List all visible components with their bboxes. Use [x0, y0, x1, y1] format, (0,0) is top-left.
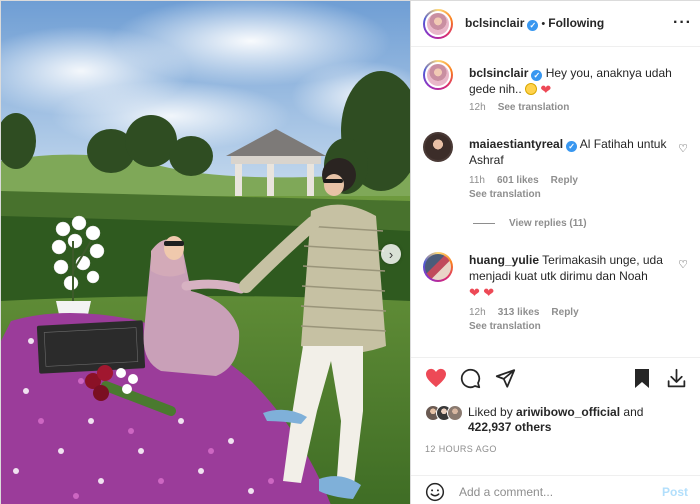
like-comment-heart-icon[interactable]: ♡: [678, 142, 688, 155]
view-replies-label: View replies (11): [509, 218, 587, 229]
post-sidebar: bclsinclair ✓ • Following ··· bclsinclair ✓ …: [410, 1, 700, 504]
verified-icon: ✓: [531, 70, 543, 81]
comment-username[interactable]: maiaestiantyreal: [469, 137, 563, 151]
reply-button[interactable]: Reply: [551, 307, 578, 318]
liked-by-prefix: Liked by: [468, 405, 513, 419]
caption: bclsinclair ✓ Hey you, anaknya udah gede …: [411, 58, 700, 128]
likes-count-link[interactable]: 422,937 others: [468, 420, 551, 434]
post-button[interactable]: Post: [662, 485, 688, 499]
share-icon[interactable]: [495, 368, 516, 388]
next-photo-button[interactable]: ›: [381, 244, 401, 264]
header-username[interactable]: bclsinclair: [465, 16, 524, 30]
heart-icon[interactable]: [425, 368, 447, 388]
comments-list[interactable]: bclsinclair ✓ Hey you, anaknya udah gede …: [411, 48, 700, 353]
like-comment-heart-icon[interactable]: ♡: [678, 258, 688, 271]
reply-button[interactable]: Reply: [551, 175, 578, 186]
red-heart-emoji-icon: ❤: [483, 285, 495, 300]
smiling-emoji-icon: [525, 83, 538, 95]
comment-input[interactable]: Add a comment...: [459, 485, 553, 499]
post-photo[interactable]: ›: [1, 1, 410, 504]
comment-item: maiaestiantyreal ✓ Al Fatihah untuk Ashra…: [411, 130, 700, 270]
liked-by-and: and: [623, 405, 644, 419]
comment-time[interactable]: 12h: [469, 307, 486, 318]
chevron-right-icon: ›: [388, 246, 394, 262]
divider: [473, 223, 495, 224]
comment-meta: 11h 601 likes Reply: [469, 175, 590, 186]
caption-username[interactable]: bclsinclair: [469, 66, 528, 80]
photo-scene: [1, 1, 410, 504]
comment-username[interactable]: huang_yulie: [469, 253, 539, 267]
caption-meta: 12h See translation: [469, 102, 581, 113]
see-translation-link[interactable]: See translation: [469, 321, 541, 332]
post-timestamp[interactable]: 12 HOURS AGO: [425, 444, 497, 454]
see-translation-link[interactable]: See translation: [498, 102, 570, 113]
caption-time[interactable]: 12h: [469, 102, 486, 113]
comment-time[interactable]: 11h: [469, 175, 485, 186]
comment-likes[interactable]: 313 likes: [498, 307, 540, 318]
avatar[interactable]: [423, 9, 453, 39]
more-icon[interactable]: ···: [673, 14, 692, 32]
add-comment-bar: Add a comment... Post: [411, 475, 700, 504]
following-button[interactable]: Following: [548, 16, 604, 30]
post-actions: Liked by ariwibowo_official and 422,937 …: [411, 357, 700, 447]
verified-icon: ✓: [527, 20, 539, 31]
avatar[interactable]: [423, 60, 453, 90]
comment-icon[interactable]: [460, 368, 481, 389]
download-icon[interactable]: [666, 368, 687, 389]
bookmark-icon[interactable]: [633, 368, 651, 389]
red-heart-emoji-icon: ❤: [469, 285, 480, 300]
avatar: [447, 405, 463, 421]
avatar[interactable]: [423, 252, 453, 282]
view-replies-button[interactable]: View replies (11): [473, 218, 587, 229]
post-header: bclsinclair ✓ • Following ···: [411, 1, 700, 47]
liked-by-user-link[interactable]: ariwibowo_official: [516, 405, 620, 419]
comment-meta: 12h 313 likes Reply: [469, 307, 591, 318]
avatar[interactable]: [423, 132, 453, 162]
see-translation-link[interactable]: See translation: [469, 189, 541, 200]
comment-item: huang_yulie Terimakasih unge, uda menjad…: [411, 250, 700, 353]
red-heart-emoji-icon: ❤: [540, 82, 552, 97]
comment-likes[interactable]: 601 likes: [497, 175, 539, 186]
post-dialog: › bclsinclair ✓ • Following ··· bclsinclair…: [0, 0, 700, 504]
header-separator: •: [541, 18, 546, 30]
verified-icon: ✓: [566, 141, 578, 152]
liked-by: Liked by ariwibowo_official and 422,937 …: [425, 405, 683, 435]
smile-icon[interactable]: [425, 482, 445, 502]
